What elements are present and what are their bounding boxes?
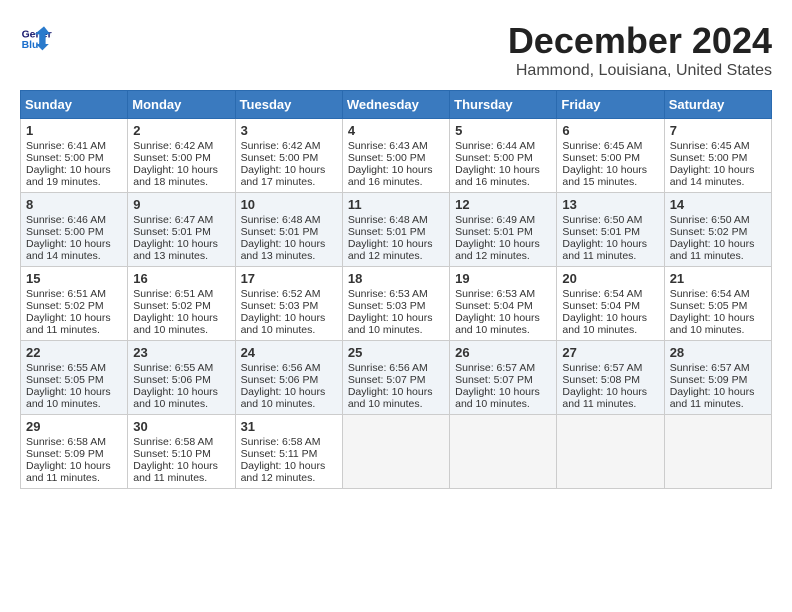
day-number: 28 [670,345,766,360]
table-row: 30Sunrise: 6:58 AMSunset: 5:10 PMDayligh… [128,415,235,489]
table-row: 27Sunrise: 6:57 AMSunset: 5:08 PMDayligh… [557,341,664,415]
table-row: 17Sunrise: 6:52 AMSunset: 5:03 PMDayligh… [235,267,342,341]
table-row: 12Sunrise: 6:49 AMSunset: 5:01 PMDayligh… [450,193,557,267]
day-number: 16 [133,271,229,286]
day-number: 18 [348,271,444,286]
table-row: 1Sunrise: 6:41 AMSunset: 5:00 PMDaylight… [21,119,128,193]
day-number: 21 [670,271,766,286]
day-number: 2 [133,123,229,138]
day-number: 9 [133,197,229,212]
day-number: 31 [241,419,337,434]
month-title: December 2024 [508,20,772,62]
table-row [557,415,664,489]
day-number: 19 [455,271,551,286]
table-row: 19Sunrise: 6:53 AMSunset: 5:04 PMDayligh… [450,267,557,341]
day-number: 29 [26,419,122,434]
day-number: 4 [348,123,444,138]
table-row [342,415,449,489]
day-header-wednesday: Wednesday [342,91,449,119]
table-row: 23Sunrise: 6:55 AMSunset: 5:06 PMDayligh… [128,341,235,415]
table-row: 29Sunrise: 6:58 AMSunset: 5:09 PMDayligh… [21,415,128,489]
table-row: 13Sunrise: 6:50 AMSunset: 5:01 PMDayligh… [557,193,664,267]
day-header-tuesday: Tuesday [235,91,342,119]
day-number: 6 [562,123,658,138]
day-number: 5 [455,123,551,138]
table-row: 25Sunrise: 6:56 AMSunset: 5:07 PMDayligh… [342,341,449,415]
table-row [450,415,557,489]
day-number: 8 [26,197,122,212]
table-row: 31Sunrise: 6:58 AMSunset: 5:11 PMDayligh… [235,415,342,489]
day-number: 17 [241,271,337,286]
calendar-table: SundayMondayTuesdayWednesdayThursdayFrid… [20,90,772,489]
calendar-week-row: 15Sunrise: 6:51 AMSunset: 5:02 PMDayligh… [21,267,772,341]
table-row: 8Sunrise: 6:46 AMSunset: 5:00 PMDaylight… [21,193,128,267]
location-title: Hammond, Louisiana, United States [508,62,772,80]
day-number: 14 [670,197,766,212]
day-header-saturday: Saturday [664,91,771,119]
table-row: 16Sunrise: 6:51 AMSunset: 5:02 PMDayligh… [128,267,235,341]
logo-icon: General Blue [20,20,52,52]
table-row [664,415,771,489]
day-number: 25 [348,345,444,360]
table-row: 5Sunrise: 6:44 AMSunset: 5:00 PMDaylight… [450,119,557,193]
day-number: 13 [562,197,658,212]
calendar-header-row: SundayMondayTuesdayWednesdayThursdayFrid… [21,91,772,119]
day-header-friday: Friday [557,91,664,119]
title-area: December 2024 Hammond, Louisiana, United… [508,20,772,80]
day-number: 30 [133,419,229,434]
calendar-week-row: 8Sunrise: 6:46 AMSunset: 5:00 PMDaylight… [21,193,772,267]
table-row: 14Sunrise: 6:50 AMSunset: 5:02 PMDayligh… [664,193,771,267]
table-row: 22Sunrise: 6:55 AMSunset: 5:05 PMDayligh… [21,341,128,415]
table-row: 24Sunrise: 6:56 AMSunset: 5:06 PMDayligh… [235,341,342,415]
day-header-monday: Monday [128,91,235,119]
day-number: 3 [241,123,337,138]
page-header: General Blue December 2024 Hammond, Loui… [20,20,772,80]
calendar-week-row: 22Sunrise: 6:55 AMSunset: 5:05 PMDayligh… [21,341,772,415]
day-number: 23 [133,345,229,360]
day-number: 27 [562,345,658,360]
day-number: 20 [562,271,658,286]
table-row: 26Sunrise: 6:57 AMSunset: 5:07 PMDayligh… [450,341,557,415]
table-row: 18Sunrise: 6:53 AMSunset: 5:03 PMDayligh… [342,267,449,341]
day-number: 22 [26,345,122,360]
table-row: 21Sunrise: 6:54 AMSunset: 5:05 PMDayligh… [664,267,771,341]
table-row: 9Sunrise: 6:47 AMSunset: 5:01 PMDaylight… [128,193,235,267]
table-row: 11Sunrise: 6:48 AMSunset: 5:01 PMDayligh… [342,193,449,267]
table-row: 28Sunrise: 6:57 AMSunset: 5:09 PMDayligh… [664,341,771,415]
day-number: 7 [670,123,766,138]
table-row: 7Sunrise: 6:45 AMSunset: 5:00 PMDaylight… [664,119,771,193]
calendar-week-row: 29Sunrise: 6:58 AMSunset: 5:09 PMDayligh… [21,415,772,489]
table-row: 4Sunrise: 6:43 AMSunset: 5:00 PMDaylight… [342,119,449,193]
table-row: 10Sunrise: 6:48 AMSunset: 5:01 PMDayligh… [235,193,342,267]
table-row: 6Sunrise: 6:45 AMSunset: 5:00 PMDaylight… [557,119,664,193]
table-row: 2Sunrise: 6:42 AMSunset: 5:00 PMDaylight… [128,119,235,193]
day-number: 12 [455,197,551,212]
day-number: 1 [26,123,122,138]
calendar-week-row: 1Sunrise: 6:41 AMSunset: 5:00 PMDaylight… [21,119,772,193]
logo: General Blue [20,20,52,52]
table-row: 20Sunrise: 6:54 AMSunset: 5:04 PMDayligh… [557,267,664,341]
day-number: 11 [348,197,444,212]
day-header-thursday: Thursday [450,91,557,119]
table-row: 15Sunrise: 6:51 AMSunset: 5:02 PMDayligh… [21,267,128,341]
day-header-sunday: Sunday [21,91,128,119]
table-row: 3Sunrise: 6:42 AMSunset: 5:00 PMDaylight… [235,119,342,193]
day-number: 15 [26,271,122,286]
day-number: 10 [241,197,337,212]
day-number: 26 [455,345,551,360]
day-number: 24 [241,345,337,360]
